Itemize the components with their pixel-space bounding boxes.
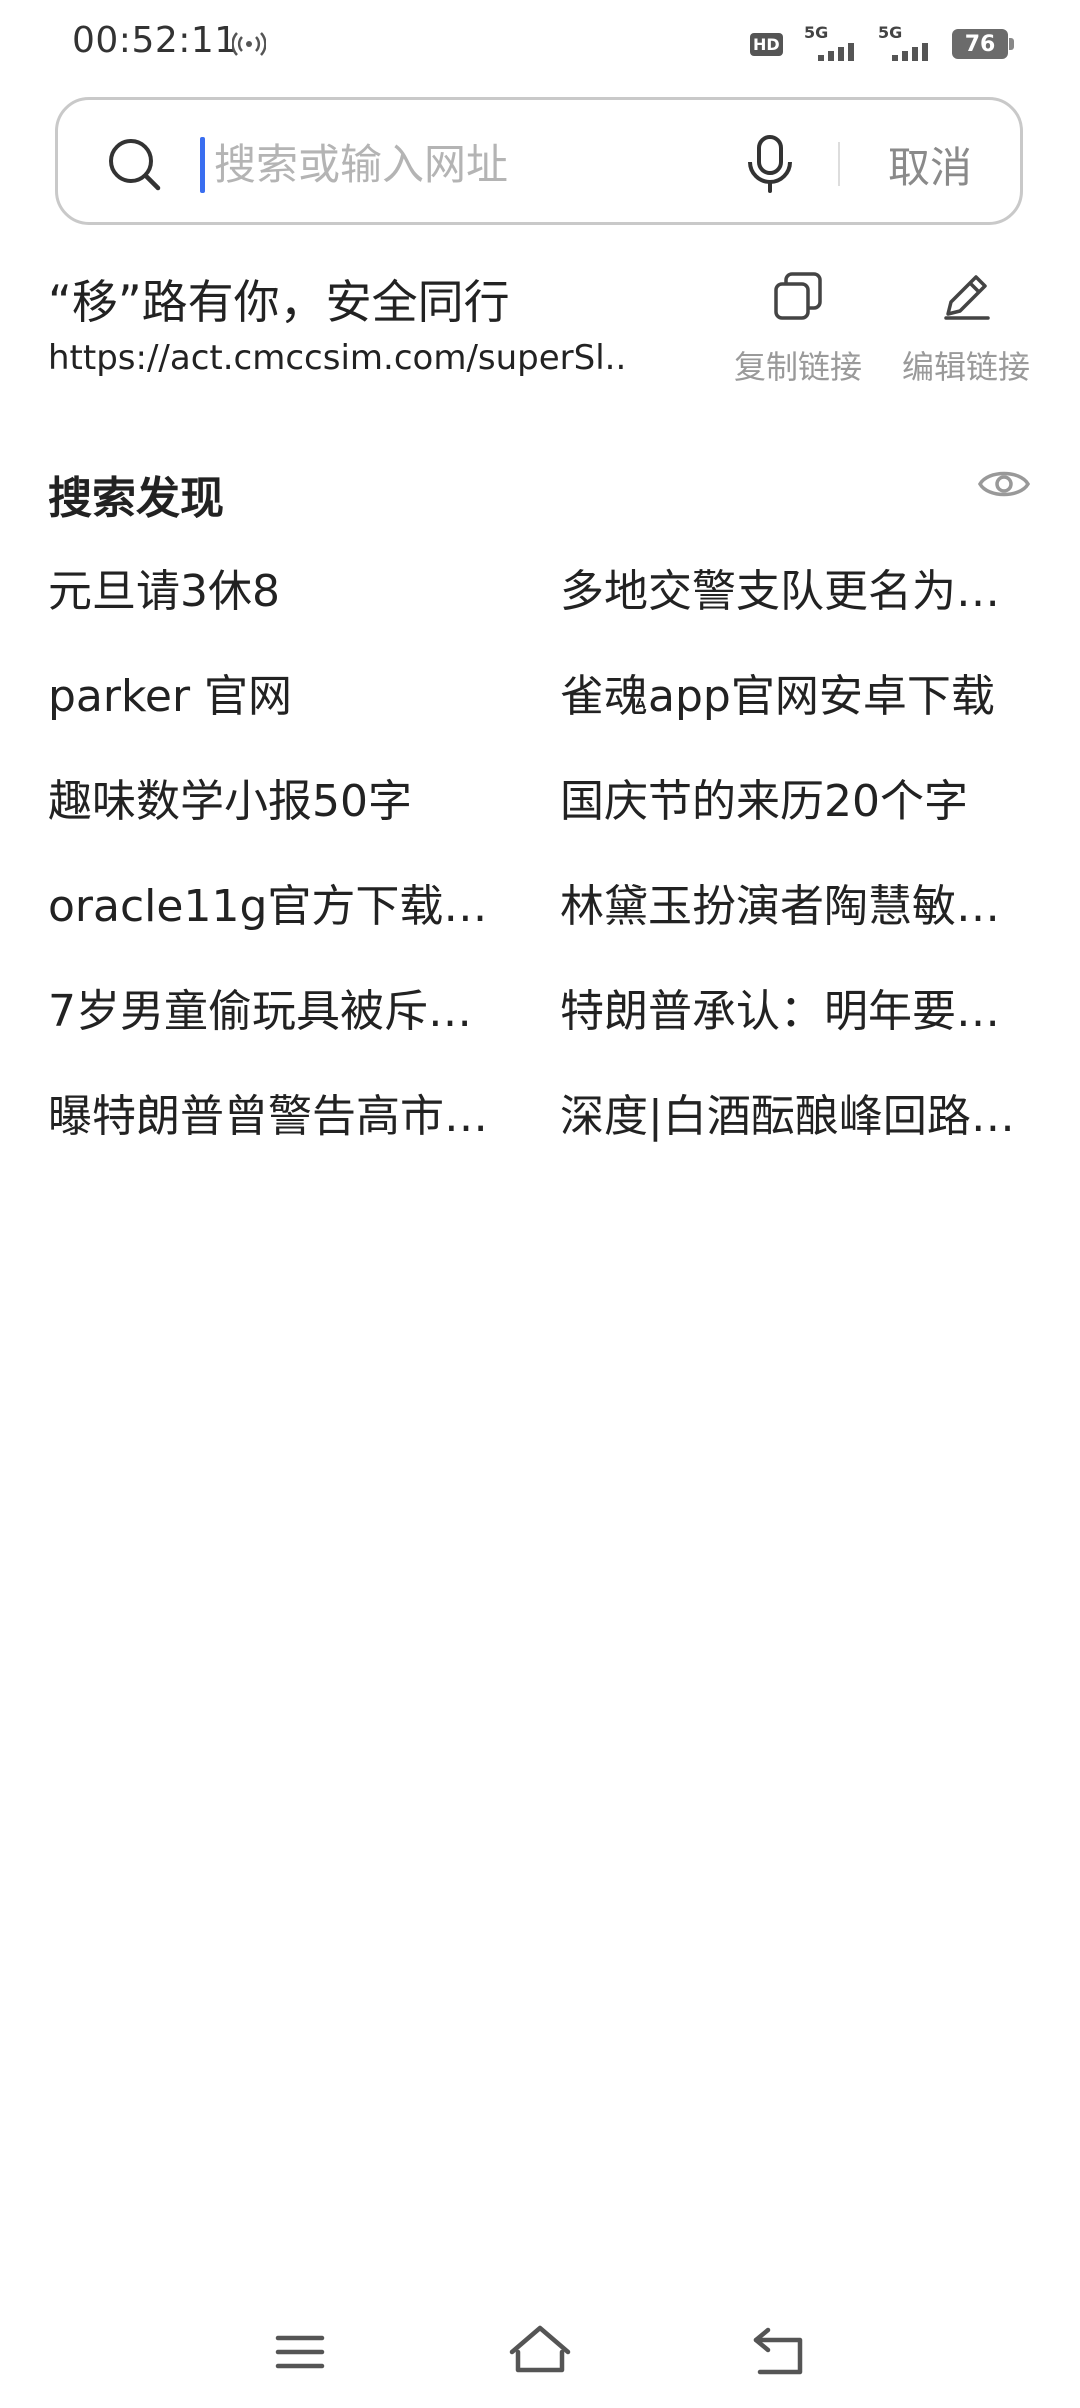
status-time: 00:52:11 [72, 20, 238, 61]
hotspot-icon [232, 32, 266, 56]
network-type-2: 5G [878, 23, 903, 42]
home-icon[interactable] [504, 2316, 576, 2388]
discovery-item[interactable]: 雀魂app官网安卓下载 [560, 665, 1038, 770]
signal-icon: 5G [804, 23, 866, 61]
discovery-item[interactable]: 曝特朗普曾警告高市… [48, 1085, 560, 1190]
discovery-item[interactable]: 多地交警支队更名为… [560, 560, 1038, 665]
discovery-item[interactable]: 国庆节的来历20个字 [560, 770, 1038, 875]
cancel-button[interactable]: 取消 [888, 134, 972, 195]
edit-link-label: 编辑链接 [901, 348, 1030, 386]
discovery-item[interactable]: oracle11g官方下载… [48, 875, 560, 980]
divider [838, 142, 840, 186]
discovery-list: 元旦请3休8 多地交警支队更名为… parker 官网 雀魂app官网安卓下载 … [48, 560, 1038, 1190]
status-indicators: HD 5G 5G 76 [750, 23, 1014, 62]
pencil-icon [944, 275, 990, 320]
discovery-item[interactable]: 深度|白酒酝酿峰回路… [560, 1085, 1038, 1190]
battery-level: 76 [964, 31, 996, 57]
status-bar: 00:52:11 HD 5G 5G 76 [0, 0, 1080, 88]
discovery-title: 搜索发现 [48, 473, 224, 524]
menu-icon[interactable] [264, 2316, 336, 2388]
mic-icon[interactable] [744, 134, 796, 194]
discovery-item[interactable]: 特朗普承认：明年要… [560, 980, 1038, 1085]
discovery-item[interactable]: 趣味数学小报50字 [48, 770, 560, 875]
battery-icon: 76 [952, 29, 1014, 59]
discovery-item[interactable]: 7岁男童偷玩具被斥… [48, 980, 560, 1085]
discovery-item[interactable]: parker 官网 [48, 665, 560, 770]
copy-icon [774, 272, 822, 320]
hd-voice-icon: HD [750, 29, 792, 59]
back-icon[interactable] [744, 2316, 816, 2388]
clipboard-title[interactable]: “移”路有你，安全同行 [48, 266, 510, 332]
eye-icon[interactable] [976, 456, 1032, 512]
edit-link-button[interactable]: 编辑链接 [896, 268, 1036, 388]
text-cursor [200, 137, 205, 193]
copy-link-label: 复制链接 [733, 348, 862, 386]
hd-label: HD [750, 32, 783, 56]
clipboard-url[interactable]: https://act.cmccsim.com/superSl... [48, 338, 628, 378]
search-bar[interactable]: 取消 [55, 97, 1023, 225]
navigation-bar [0, 2300, 1080, 2408]
discovery-item[interactable]: 元旦请3休8 [48, 560, 560, 665]
search-input[interactable] [208, 130, 734, 198]
network-type-1: 5G [804, 23, 829, 42]
search-icon [109, 139, 161, 191]
discovery-item[interactable]: 林黛玉扮演者陶慧敏… [560, 875, 1038, 980]
copy-link-button[interactable]: 复制链接 [728, 268, 868, 388]
signal-icon: 5G [878, 23, 940, 61]
